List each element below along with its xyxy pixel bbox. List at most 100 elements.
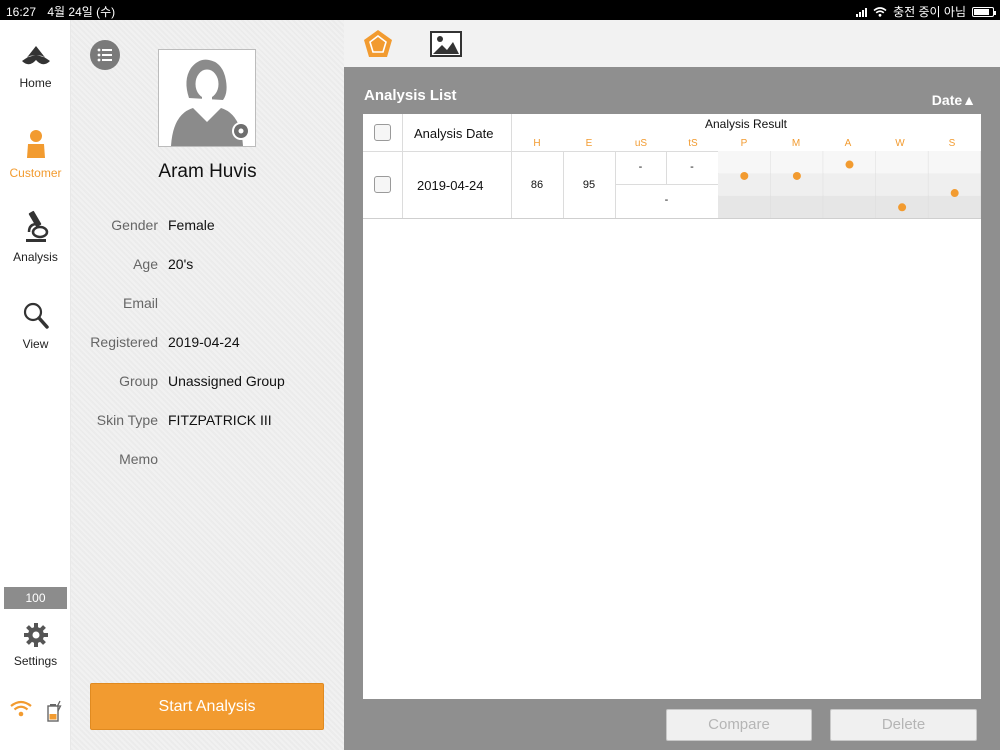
level-band [875,151,929,174]
nav-item-settings[interactable]: Settings [0,622,71,668]
field-label: Email [122,295,158,311]
row-checkbox[interactable] [374,176,391,193]
divider [615,184,718,185]
field-value: 2019-04-24 [168,334,240,350]
divider [511,114,512,218]
level-band [823,173,876,196]
device-battery-icon [47,700,62,722]
customer-name: Aram Huvis [158,161,257,182]
nav-label: Home [19,76,52,90]
field-label: Registered [90,334,158,350]
pentagon-chart-icon [364,30,392,57]
sub-header-us: uS [634,138,648,149]
sub-header-a: A [844,138,852,149]
charging-status: 충전 중이 아님 [893,5,966,19]
select-all-checkbox[interactable] [374,124,391,141]
analysis-list-title: Analysis List [364,87,457,104]
value-h: 86 [530,179,544,191]
col-header-analysis-date: Analysis Date [414,126,494,141]
nav-label: Customer [9,166,62,180]
status-date: 4월 24일 (수) [47,5,116,19]
nav-label: View [22,337,49,351]
gear-icon [234,124,248,138]
wifi-icon [10,700,32,717]
divider [363,218,981,219]
field-label: Age [133,256,158,272]
sub-header-s: S [948,138,956,149]
level-dot-w [898,203,907,212]
nav-item-home[interactable]: Home [0,44,71,90]
avatar-settings-button[interactable] [232,122,250,140]
level-band [823,195,876,218]
level-dot-s [950,189,959,198]
value-us-ts-combined: - [664,194,669,206]
sub-header-ts: tS [688,138,698,149]
sort-by-date-button[interactable]: Date▲ [932,92,976,108]
level-band [718,195,771,218]
image-gallery-icon [430,31,462,57]
info-row-age: Age 20's [71,256,344,274]
field-value: Female [168,217,215,233]
cell-signal-icon [856,7,868,17]
field-label: Skin Type [96,412,158,428]
nav-item-customer[interactable]: Customer [0,128,71,180]
field-label: Group [119,373,158,389]
list-menu-button[interactable] [90,40,120,70]
device-battery-badge: 100 [4,587,67,609]
sub-header-m: M [791,138,801,149]
status-time: 16:27 [6,5,37,19]
sub-header-h: H [533,138,541,149]
value-us: - [638,161,643,173]
sub-header-e: E [585,138,593,149]
side-nav: Home Customer Analysis View 100 Settings [0,20,71,750]
field-value: 20's [168,256,194,272]
status-bar: 16:27 4월 24일 (수) 충전 중이 아님 [0,0,1000,20]
tab-analysis-chart[interactable] [362,28,394,65]
level-dot-m [792,171,801,180]
list-icon [97,48,112,62]
nav-label: Analysis [13,250,58,264]
level-dot-p [740,171,749,180]
gear-icon [23,623,48,647]
field-value: FITZPATRICK III [168,412,272,428]
wifi-icon [873,6,887,17]
level-band [928,195,981,218]
compare-button[interactable]: Compare [666,709,812,741]
analysis-table: Analysis Date Analysis Result H E uS tS … [363,114,981,699]
level-band [770,195,824,218]
info-row-memo: Memo [71,451,344,469]
magnifier-icon [23,302,49,329]
battery-icon [972,6,996,17]
level-band [928,151,981,174]
info-row-skin-type: Skin Type FITZPATRICK III [71,412,344,430]
level-indicators [718,151,981,218]
info-row-registered: Registered 2019-04-24 [71,334,344,352]
customer-panel: Aram Huvis Gender Female Age 20's Email … [71,20,344,750]
delete-button[interactable]: Delete [830,709,977,741]
level-band [718,151,771,174]
nav-label: Settings [13,654,58,668]
sub-header-p: P [740,138,748,149]
microscope-icon [25,210,48,242]
nav-item-view[interactable]: View [0,301,71,351]
person-icon [26,130,45,158]
value-ts: - [690,161,694,173]
col-header-analysis-result: Analysis Result [704,117,788,131]
level-band [770,151,824,174]
sub-header-w: W [895,138,905,149]
info-row-group: Group Unassigned Group [71,373,344,391]
divider [402,114,403,218]
home-logo-icon [21,46,50,65]
level-band [875,173,929,196]
start-analysis-button[interactable]: Start Analysis [90,683,324,730]
value-e: 95 [582,179,596,191]
info-row-gender: Gender Female [71,217,344,235]
nav-item-analysis[interactable]: Analysis [0,210,71,264]
analysis-list-area: Analysis List Date▲ Analysis Date Analys… [344,67,1000,750]
view-tab-bar [344,20,1000,67]
tab-image-gallery[interactable] [430,31,462,62]
field-label: Memo [119,451,158,467]
info-row-email: Email [71,295,344,313]
field-value: Unassigned Group [168,373,285,389]
field-label: Gender [111,217,158,233]
